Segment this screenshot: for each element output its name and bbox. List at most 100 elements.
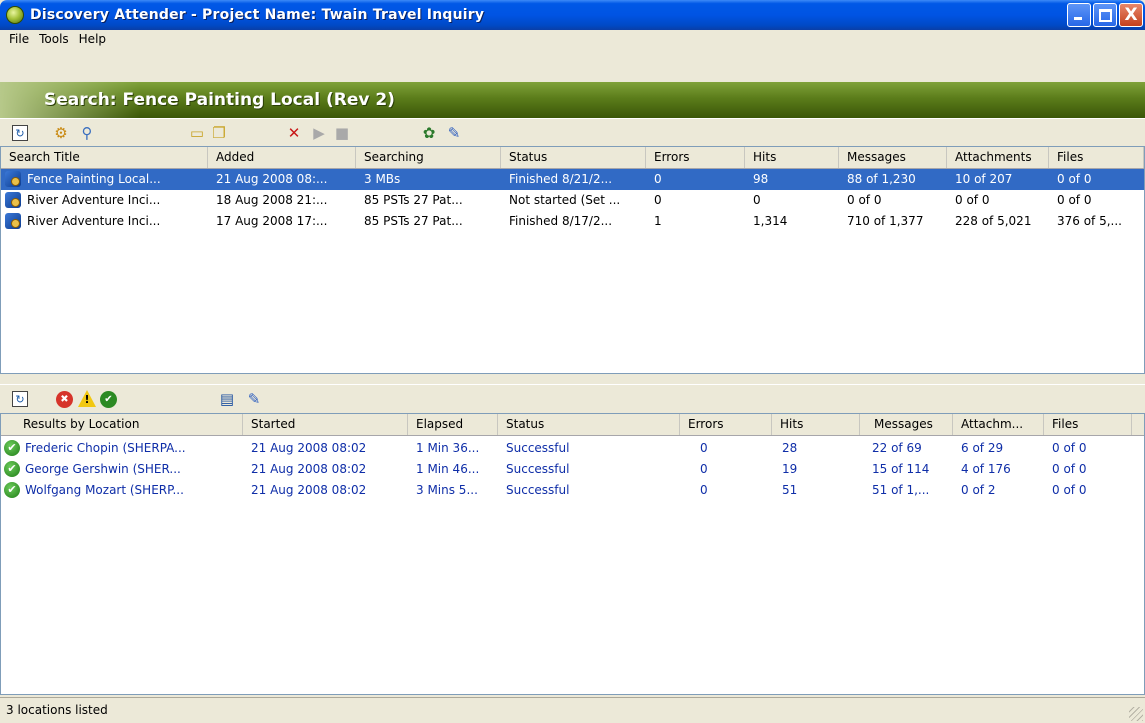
col-errors[interactable]: Errors (680, 414, 772, 435)
errors-cell: 0 (654, 193, 662, 207)
success-icon: ✔ (4, 461, 20, 477)
run-all-icon[interactable]: ✿ (420, 124, 438, 142)
attachments-cell: 4 of 176 (961, 462, 1011, 476)
stop-icon[interactable]: ■ (333, 124, 351, 142)
messages-cell: 0 of 0 (847, 193, 882, 207)
col-hits[interactable]: Hits (772, 414, 860, 435)
search-banner: Search: Fence Painting Local (Rev 2) (0, 50, 1145, 118)
refresh-icon[interactable]: ↻ (12, 391, 28, 407)
search-banner-strip: Search: Fence Painting Local (Rev 2) (0, 82, 1145, 118)
table-row[interactable]: River Adventure Inci... 18 Aug 2008 21:.… (1, 190, 1144, 211)
status-cell: Finished 8/17/2... (509, 214, 613, 228)
search-title-cell: River Adventure Inci... (27, 214, 161, 228)
table-row[interactable]: ✔ Frederic Chopin (SHERPA... 21 Aug 2008… (1, 438, 1144, 459)
success-filter-icon[interactable]: ✔ (100, 391, 117, 408)
warning-mark: ! (84, 393, 90, 406)
search-toolbar: ↻ ⚙ ⚲ ▭ ❐ ✕ ▶ ■ ✿ ✎ (0, 118, 1145, 146)
started-cell: 21 Aug 2008 08:02 (251, 441, 367, 455)
hits-cell: 51 (782, 483, 798, 497)
close-button[interactable]: X (1119, 3, 1143, 27)
search-title-cell: River Adventure Inci... (27, 193, 161, 207)
new-search-icon[interactable]: ⚙ (52, 124, 70, 142)
col-results-by-location[interactable]: Results by Location (15, 414, 243, 435)
files-cell: 0 of 0 (1052, 462, 1087, 476)
locations-header: Results by Location Started Elapsed Stat… (1, 414, 1144, 436)
search-title: Search: Fence Painting Local (Rev 2) (44, 90, 395, 110)
started-cell: 21 Aug 2008 08:02 (251, 462, 367, 476)
col-started[interactable]: Started (243, 414, 408, 435)
attachments-cell: 10 of 207 (955, 172, 1013, 186)
menu-tools[interactable]: Tools (34, 32, 74, 46)
close-icon: X (1124, 5, 1138, 25)
hits-cell: 1,314 (753, 214, 788, 228)
table-row[interactable]: ✔ George Gershwin (SHER... 21 Aug 2008 0… (1, 459, 1144, 480)
refresh-icon[interactable]: ↻ (12, 125, 28, 141)
col-searching[interactable]: Searching (356, 147, 501, 168)
search-title-cell: Fence Painting Local... (27, 172, 161, 186)
menu-file[interactable]: File (4, 32, 34, 46)
copy-icon[interactable]: ❐ (210, 124, 228, 142)
report-icon[interactable]: ▤ (218, 390, 236, 408)
col-added[interactable]: Added (208, 147, 356, 168)
warning-filter-icon[interactable]: ! (78, 390, 96, 408)
col-messages[interactable]: Messages (839, 147, 947, 168)
wand-icon[interactable]: ✎ (445, 124, 463, 142)
location-cell: Wolfgang Mozart (SHERP... (25, 483, 184, 497)
messages-cell: 710 of 1,377 (847, 214, 924, 228)
status-bar: 3 locations listed (0, 697, 1145, 723)
messages-cell: 15 of 114 (872, 462, 930, 476)
maximize-icon (1099, 9, 1112, 22)
col-attachments[interactable]: Attachments (947, 147, 1049, 168)
searches-list[interactable]: Search Title Added Searching Status Erro… (0, 146, 1145, 374)
errors-cell: 0 (700, 441, 708, 455)
wand-icon[interactable]: ✎ (245, 390, 263, 408)
col-errors[interactable]: Errors (646, 147, 745, 168)
files-cell: 0 of 0 (1057, 193, 1092, 207)
resize-grip[interactable] (1129, 707, 1143, 721)
table-row[interactable]: ✔ Wolfgang Mozart (SHERP... 21 Aug 2008 … (1, 480, 1144, 501)
elapsed-cell: 1 Min 46... (416, 462, 480, 476)
status-cell: Successful (506, 462, 570, 476)
error-filter-icon[interactable]: ✖ (56, 391, 73, 408)
folder-icon[interactable]: ▭ (188, 124, 206, 142)
messages-cell: 51 of 1,... (872, 483, 930, 497)
attachments-cell: 6 of 29 (961, 441, 1004, 455)
added-cell: 18 Aug 2008 21:... (216, 193, 328, 207)
col-elapsed[interactable]: Elapsed (408, 414, 498, 435)
errors-cell: 0 (700, 462, 708, 476)
elapsed-cell: 1 Min 36... (416, 441, 480, 455)
col-hits[interactable]: Hits (745, 147, 839, 168)
table-row[interactable]: Fence Painting Local... 21 Aug 2008 08:.… (1, 169, 1144, 190)
status-text: 3 locations listed (6, 703, 108, 717)
edit-search-icon[interactable]: ⚲ (78, 124, 96, 142)
errors-cell: 0 (654, 172, 662, 186)
col-status[interactable]: Status (498, 414, 680, 435)
col-files[interactable]: Files (1049, 147, 1144, 168)
attachments-cell: 0 of 2 (961, 483, 996, 497)
minimize-button[interactable] (1067, 3, 1091, 27)
table-row[interactable]: River Adventure Inci... 17 Aug 2008 17:.… (1, 211, 1144, 232)
window-controls: X (1067, 3, 1143, 27)
window-title: Discovery Attender - Project Name: Twain… (30, 7, 485, 23)
files-cell: 0 of 0 (1052, 441, 1087, 455)
menu-help[interactable]: Help (74, 32, 111, 46)
delete-icon[interactable]: ✕ (285, 124, 303, 142)
title-bar[interactable]: Discovery Attender - Project Name: Twain… (0, 0, 1145, 30)
minimize-icon (1074, 17, 1082, 20)
col-files[interactable]: Files (1044, 414, 1132, 435)
play-icon[interactable]: ▶ (310, 124, 328, 142)
maximize-button[interactable] (1093, 3, 1117, 27)
location-toolbar: ↻ ✖ ! ✔ ▤ ✎ (0, 384, 1145, 412)
col-search-title[interactable]: Search Title (1, 147, 208, 168)
searches-header: Search Title Added Searching Status Erro… (1, 147, 1144, 169)
locations-list[interactable]: Results by Location Started Elapsed Stat… (0, 413, 1145, 695)
files-cell: 0 of 0 (1052, 483, 1087, 497)
col-status[interactable]: Status (501, 147, 646, 168)
col-messages[interactable]: Messages (860, 414, 953, 435)
app-icon[interactable] (6, 6, 24, 24)
col-attachments[interactable]: Attachm... (953, 414, 1044, 435)
added-cell: 21 Aug 2008 08:... (216, 172, 328, 186)
added-cell: 17 Aug 2008 17:... (216, 214, 328, 228)
location-cell: Frederic Chopin (SHERPA... (25, 441, 186, 455)
status-cell: Finished 8/21/2... (509, 172, 613, 186)
